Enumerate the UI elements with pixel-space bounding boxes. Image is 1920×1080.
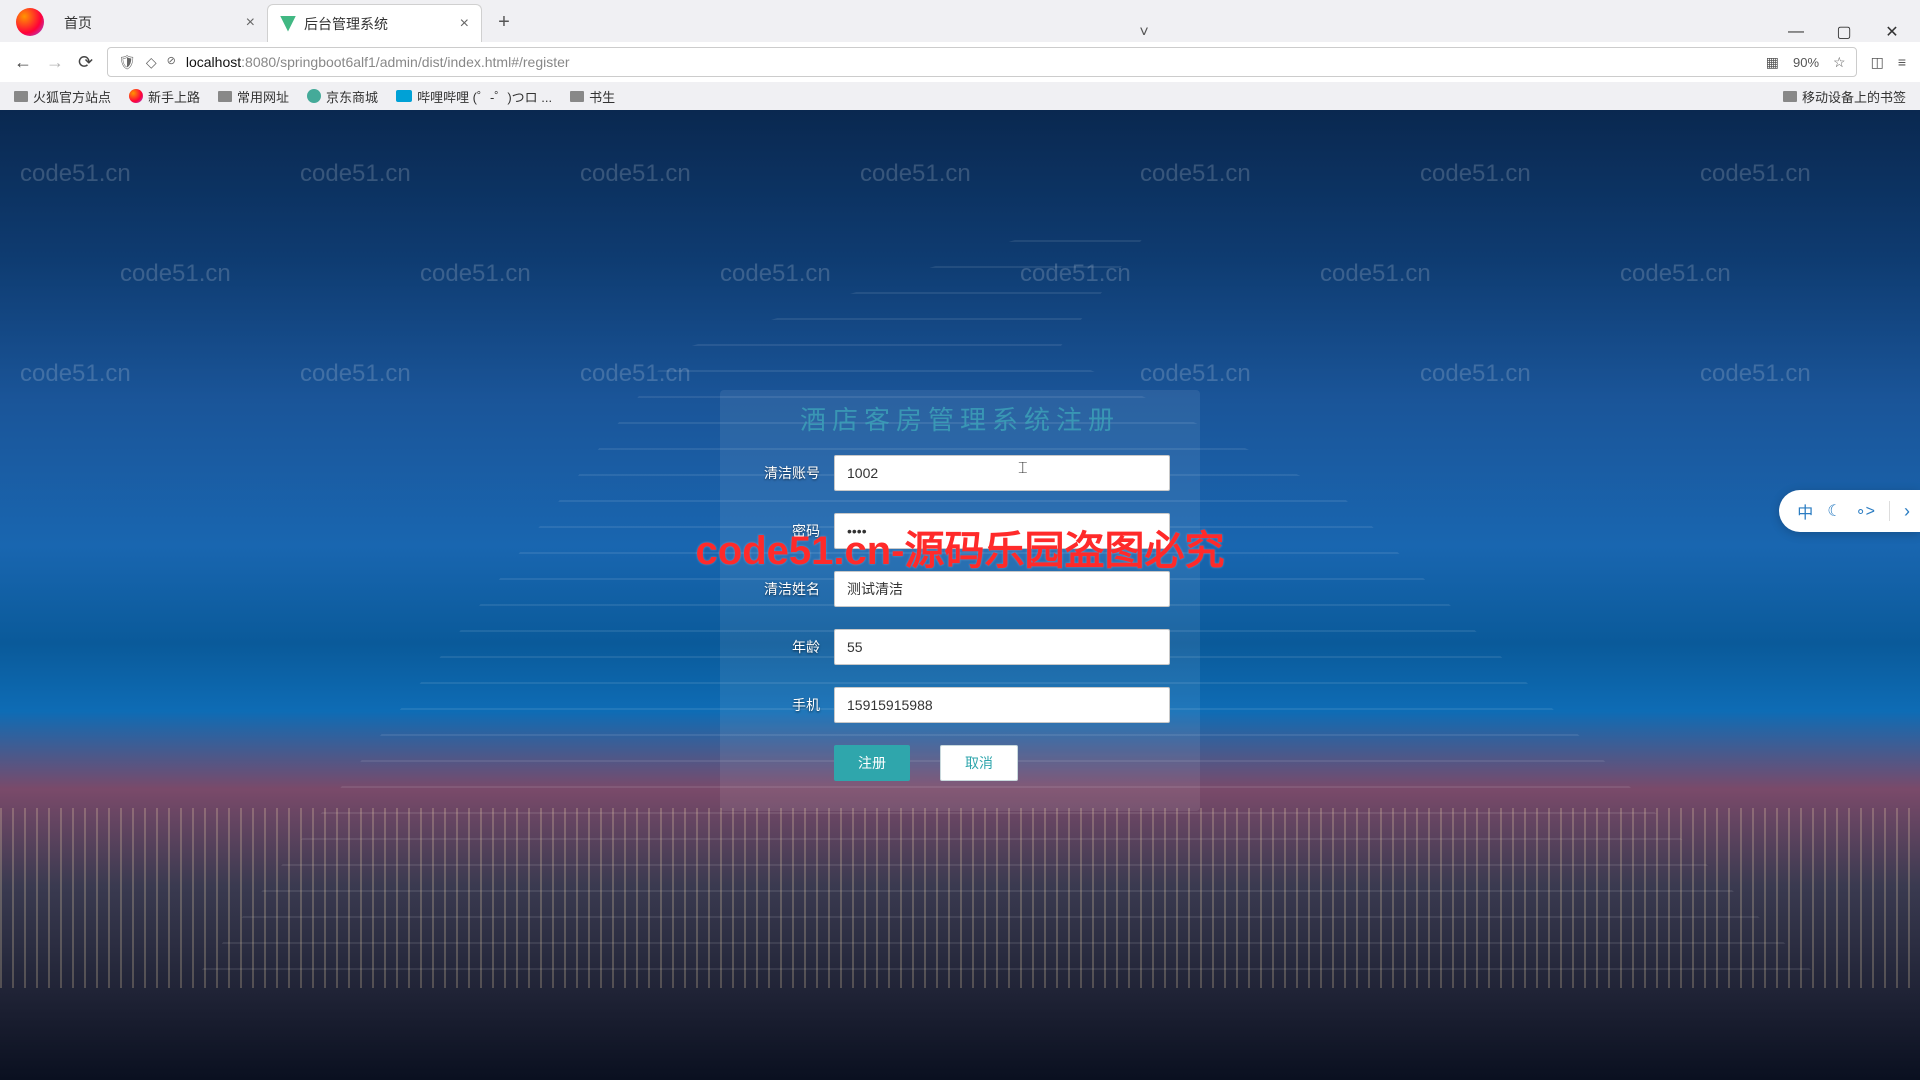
address-bar[interactable]: 🛡 ◇ ⊘ localhost:8080/springboot6alf1/adm… — [107, 47, 1857, 77]
minimize-icon[interactable]: — — [1786, 23, 1806, 41]
password-label: 密码 — [750, 521, 820, 541]
bookmark-common[interactable]: 常用网址 — [218, 87, 289, 106]
mobile-bookmarks[interactable]: 移动设备上的书签 — [1783, 87, 1906, 106]
name-input[interactable] — [834, 571, 1170, 607]
connection-icon: ⊘ — [167, 54, 176, 71]
url-host: localhost — [186, 54, 241, 70]
tab-title: 首页 — [64, 13, 92, 33]
maximize-icon[interactable]: ▢ — [1834, 22, 1854, 42]
phone-input[interactable] — [834, 687, 1170, 723]
tab-home[interactable]: 首页 × — [52, 4, 267, 42]
ime-floating-pill[interactable]: 中 ☾ ∘> › — [1779, 490, 1920, 532]
account-label: 清洁账号 — [750, 463, 820, 483]
zoom-level[interactable]: 90% — [1793, 55, 1819, 70]
menu-icon[interactable]: ≡ — [1898, 54, 1906, 70]
password-input[interactable] — [834, 513, 1170, 549]
bookmark-jd[interactable]: 京东商城 — [307, 87, 378, 106]
account-input[interactable] — [834, 455, 1170, 491]
bookmark-getting-started[interactable]: 新手上路 — [129, 87, 200, 106]
age-input[interactable] — [834, 629, 1170, 665]
moon-icon[interactable]: ☾ — [1827, 501, 1841, 521]
register-form-panel: 酒店客房管理系统注册 清洁账号 ⌶ 密码 清洁姓名 年龄 手机 注册 取消 — [720, 390, 1200, 811]
permissions-icon[interactable]: ◇ — [146, 54, 157, 71]
bookmark-firefox-home[interactable]: 火狐官方站点 — [14, 87, 111, 106]
chevron-right-icon[interactable]: › — [1904, 501, 1910, 522]
firefox-icon — [16, 8, 44, 36]
close-window-icon[interactable]: ✕ — [1882, 22, 1902, 42]
forward-button[interactable]: → — [46, 52, 64, 73]
vue-favicon — [280, 16, 296, 32]
close-tab-icon[interactable]: × — [460, 15, 469, 33]
ime-settings-icon[interactable]: ∘> — [1856, 501, 1875, 521]
extensions-icon[interactable]: ◫ — [1871, 54, 1884, 71]
panel-title: 酒店客房管理系统注册 — [750, 400, 1170, 437]
phone-label: 手机 — [750, 695, 820, 715]
url-path: :8080/springboot6alf1/admin/dist/index.h… — [241, 54, 569, 70]
tab-title: 后台管理系统 — [304, 14, 388, 34]
cancel-button[interactable]: 取消 — [940, 745, 1018, 781]
bookmark-shusheng[interactable]: 书生 — [570, 87, 615, 106]
bookmark-bilibili[interactable]: 哔哩哔哩 (゜-゜)つロ ... — [396, 87, 552, 106]
back-button[interactable]: ← — [14, 52, 32, 73]
name-label: 清洁姓名 — [750, 579, 820, 599]
bookmark-star-icon[interactable]: ☆ — [1833, 54, 1846, 71]
register-button[interactable]: 注册 — [834, 745, 910, 781]
qr-icon[interactable]: ▦ — [1766, 54, 1779, 71]
close-tab-icon[interactable]: × — [246, 14, 255, 32]
tab-admin[interactable]: 后台管理系统 × — [267, 4, 482, 42]
reload-button[interactable]: ⟳ — [78, 52, 93, 73]
new-tab-button[interactable]: + — [488, 6, 520, 38]
ime-mode-icon[interactable]: 中 — [1797, 499, 1813, 523]
age-label: 年龄 — [750, 637, 820, 657]
shield-icon[interactable]: 🛡 — [118, 54, 136, 71]
tabs-overflow-icon[interactable]: ˅ — [1139, 24, 1148, 42]
